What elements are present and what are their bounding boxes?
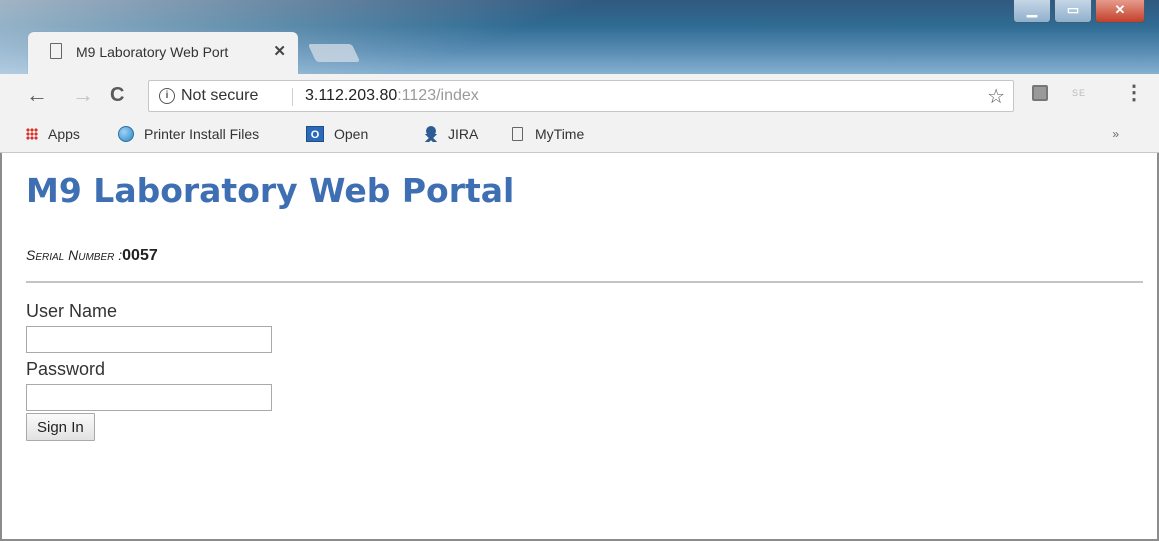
page-title: M9 Laboratory Web Portal (26, 171, 515, 210)
password-label: Password (26, 359, 106, 379)
password-input[interactable] (26, 384, 272, 411)
browser-window: ▁ ▭ ✕ M9 Laboratory Web Port ✕ ← → C i N… (0, 0, 1159, 541)
window-controls: ▁ ▭ ✕ (1013, 0, 1145, 23)
extension-se-icon[interactable]: SE (1072, 88, 1090, 100)
bookmark-label: Open (334, 126, 369, 142)
bookmarks-overflow-icon[interactable]: » (1112, 127, 1119, 141)
title-bar: ▁ ▭ ✕ M9 Laboratory Web Port ✕ (0, 0, 1159, 74)
divider (26, 281, 1143, 283)
url-path: :1123/index (397, 87, 479, 104)
bookmarks-bar: Apps Printer Install Files O Open JIRA M… (0, 118, 1159, 153)
serial-number: Serial Number :0057 (26, 247, 158, 265)
address-bar[interactable]: i Not secure 3.112.203.80:1123/index ☆ (148, 80, 1014, 112)
username-label: User Name (26, 301, 118, 321)
new-tab-button[interactable] (307, 44, 361, 62)
maximize-button[interactable]: ▭ (1054, 0, 1092, 23)
username-input[interactable] (26, 326, 272, 353)
globe-icon (118, 126, 134, 142)
apps-grid-icon (26, 128, 38, 140)
forward-arrow-icon[interactable]: → (72, 83, 94, 107)
sign-in-button[interactable]: Sign In (26, 413, 95, 441)
url-text[interactable]: 3.112.203.80:1123/index (305, 87, 479, 105)
serial-number-value: 0057 (122, 247, 158, 264)
menu-dots-icon[interactable]: ⋮ (1124, 82, 1144, 104)
back-arrow-icon[interactable]: ← (26, 83, 48, 107)
bookmark-label: JIRA (448, 126, 479, 142)
bookmark-apps[interactable]: Apps (26, 126, 80, 142)
bookmark-jira[interactable]: JIRA (424, 126, 478, 142)
outlook-icon: O (306, 126, 324, 142)
extension-icon[interactable] (1032, 85, 1048, 101)
address-separator (292, 88, 293, 106)
bookmark-star-icon[interactable]: ☆ (987, 84, 1005, 109)
info-icon[interactable]: i (159, 88, 175, 104)
page-icon (512, 127, 523, 141)
bookmark-printer-install-files[interactable]: Printer Install Files (118, 126, 259, 142)
url-host: 3.112.203.80 (305, 87, 398, 104)
active-tab[interactable]: M9 Laboratory Web Port ✕ (28, 32, 298, 74)
bookmark-label: MyTime (535, 126, 585, 142)
page-icon (50, 43, 62, 59)
bookmark-open[interactable]: O Open (306, 126, 368, 142)
tab-title: M9 Laboratory Web Port (76, 44, 229, 60)
page-content: M9 Laboratory Web Portal Serial Number :… (0, 153, 1159, 541)
reload-icon[interactable]: C (110, 83, 124, 107)
serial-number-label: Serial Number : (26, 247, 123, 263)
bookmark-label: Printer Install Files (144, 126, 260, 142)
close-window-button[interactable]: ✕ (1095, 0, 1145, 23)
tab-close-icon[interactable]: ✕ (273, 42, 286, 60)
browser-toolbar: ← → C i Not secure 3.112.203.80:1123/ind… (0, 74, 1159, 118)
minimize-button[interactable]: ▁ (1013, 0, 1051, 23)
bookmark-mytime[interactable]: MyTime (512, 126, 584, 142)
security-status[interactable]: Not secure (181, 87, 258, 105)
jira-icon (424, 126, 438, 142)
bookmark-label: Apps (48, 126, 80, 142)
